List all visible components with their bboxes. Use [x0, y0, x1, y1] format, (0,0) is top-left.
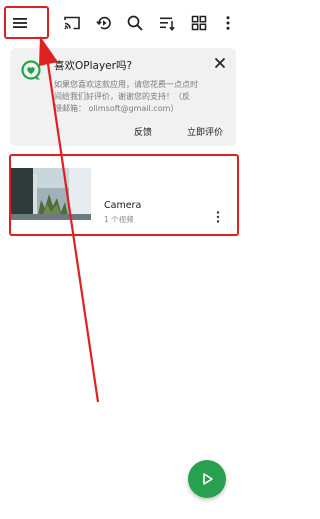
rating-prompt-card: 喜欢OPlayer吗? 如果您喜欢这款应用，请您花费一点点时 间给我们好评价，谢… [10, 48, 236, 146]
annotation-highlight-menu [4, 6, 49, 39]
search-button[interactable] [124, 12, 146, 34]
rate-now-button[interactable]: 立即评价 [187, 125, 223, 138]
rating-card-message: 如果您喜欢这款应用，请您花费一点点时 间给我们好评价，谢谢您的支持！（反 馈邮箱… [54, 79, 232, 115]
sort-icon [160, 17, 175, 31]
grid-view-button[interactable] [188, 12, 210, 34]
message-line: 馈邮箱： olimsoft@gmail.com） [54, 104, 179, 113]
play-icon [203, 473, 213, 485]
overflow-menu-button[interactable] [217, 12, 239, 34]
message-line: 如果您喜欢这款应用，请您花费一点点时 [54, 80, 198, 89]
feedback-button[interactable]: 反馈 [134, 125, 152, 138]
cast-icon [64, 16, 80, 30]
message-line: 间给我们好评价，谢谢您的支持！（反 [54, 92, 190, 101]
grid-view-icon [191, 15, 207, 31]
rating-card-title: 喜欢OPlayer吗? [54, 60, 133, 72]
search-icon [127, 15, 143, 31]
history-icon [96, 16, 111, 30]
history-button[interactable] [93, 12, 115, 34]
oplayer-logo-icon [21, 60, 41, 80]
sort-button[interactable] [156, 12, 178, 34]
cast-button[interactable] [61, 12, 83, 34]
annotation-highlight-folder [9, 154, 239, 236]
play-fab-button[interactable] [188, 460, 226, 498]
more-vert-icon [226, 16, 230, 30]
close-icon[interactable] [213, 56, 227, 70]
